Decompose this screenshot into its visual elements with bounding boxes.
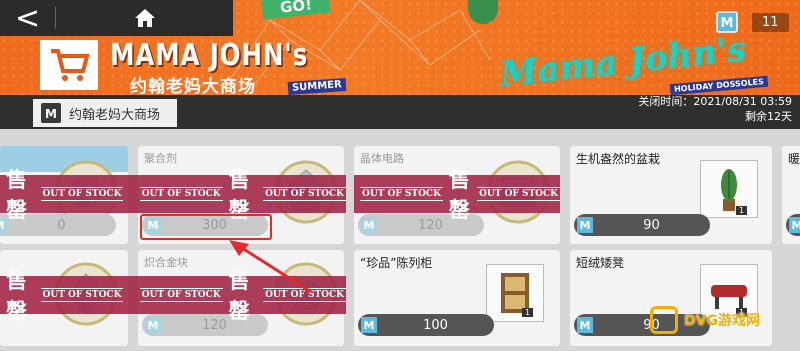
shop-tab-label: 约翰老妈大商场 — [69, 107, 161, 123]
item-quantity: 1 — [522, 308, 534, 317]
price-bar: M — [786, 214, 800, 236]
site-watermark: DVG游戏网 — [650, 306, 760, 334]
sold-out-label: 售罄 — [448, 168, 470, 222]
chevron-left-icon: < — [14, 0, 41, 36]
price-currency-icon: M — [789, 217, 800, 233]
item-quantity: 1 — [736, 206, 748, 215]
sold-out-band: 售罄 OUT OF STOCK OUT OF STOCK 售罄 OUT OF S… — [0, 168, 346, 222]
svg-text:M: M — [45, 107, 57, 121]
close-time: 关闭时间：2021/08/31 03:59 — [638, 95, 792, 108]
shop-close-info: 关闭时间：2021/08/31 03:59 剩余12天 — [638, 94, 792, 124]
sold-out-band: OUT OF STOCK 售罄 OUT OF STOCK — [354, 168, 560, 222]
cart-logo-icon — [40, 40, 98, 90]
item-name: 晶体电路 — [360, 152, 404, 165]
item-name: 短绒矮凳 — [576, 256, 625, 270]
item-name: 暖 — [788, 152, 800, 166]
currency-count: 11 — [752, 12, 789, 32]
item-price: 90 — [643, 217, 660, 233]
item-name: 生机盎然的盆栽 — [576, 152, 661, 166]
home-icon — [134, 9, 155, 27]
item-name: “珍品”陈列柜 — [360, 256, 433, 270]
price-currency-icon: M — [361, 317, 377, 333]
price-bar: M 90 — [574, 214, 710, 236]
item-price: 100 — [423, 317, 448, 333]
item-name: 聚合剂 — [144, 152, 177, 165]
price-currency-icon: M — [577, 317, 593, 333]
price-currency-icon: M — [361, 217, 377, 233]
banner-english-title: MAMA JOHN's — [110, 38, 309, 73]
banner-chinese-title: 约翰老妈大商场 — [130, 77, 256, 95]
remaining-days: 剩余12天 — [745, 110, 792, 123]
item-image — [486, 264, 544, 322]
out-of-stock-label: OUT OF STOCK — [263, 187, 346, 201]
svg-text:M: M — [721, 16, 734, 31]
shop-tab-icon: M — [41, 103, 61, 123]
out-of-stock-label: OUT OF STOCK — [139, 187, 223, 201]
back-button[interactable]: < — [0, 0, 55, 36]
shop-item-card[interactable]: 生机盎然的盆栽 1 M 90 — [570, 146, 772, 244]
shop-item-card[interactable]: “珍品”陈列柜 1 M 100 — [354, 250, 560, 346]
out-of-stock-label: OUT OF STOCK — [40, 187, 124, 201]
sold-out-label: 售罄 — [6, 269, 27, 323]
sold-out-label: 售罄 — [6, 168, 27, 222]
out-of-stock-label: OUT OF STOCK — [40, 288, 124, 302]
price-currency-icon: M — [577, 217, 593, 233]
price-bar: M 100 — [358, 314, 494, 336]
item-image — [700, 160, 758, 218]
price-currency-icon: M — [145, 317, 161, 333]
currency-display: M 11 — [716, 11, 789, 33]
tab-mama-johns-store[interactable]: M 约翰老妈大商场 — [33, 99, 177, 127]
watermark-text: DVG游戏网 — [684, 313, 760, 329]
annotation-arrow-icon — [229, 240, 312, 294]
item-name: 炽合金块 — [144, 256, 188, 269]
out-of-stock-label: OUT OF STOCK — [477, 187, 560, 201]
top-nav-bar: < — [0, 0, 233, 36]
out-of-stock-label: OUT OF STOCK — [139, 288, 223, 302]
home-button[interactable] — [56, 0, 233, 36]
currency-icon: M — [716, 11, 738, 33]
out-of-stock-label: OUT OF STOCK — [360, 187, 443, 201]
watermark-logo-icon — [650, 306, 678, 334]
shop-item-card[interactable]: 暖 M — [782, 146, 800, 244]
